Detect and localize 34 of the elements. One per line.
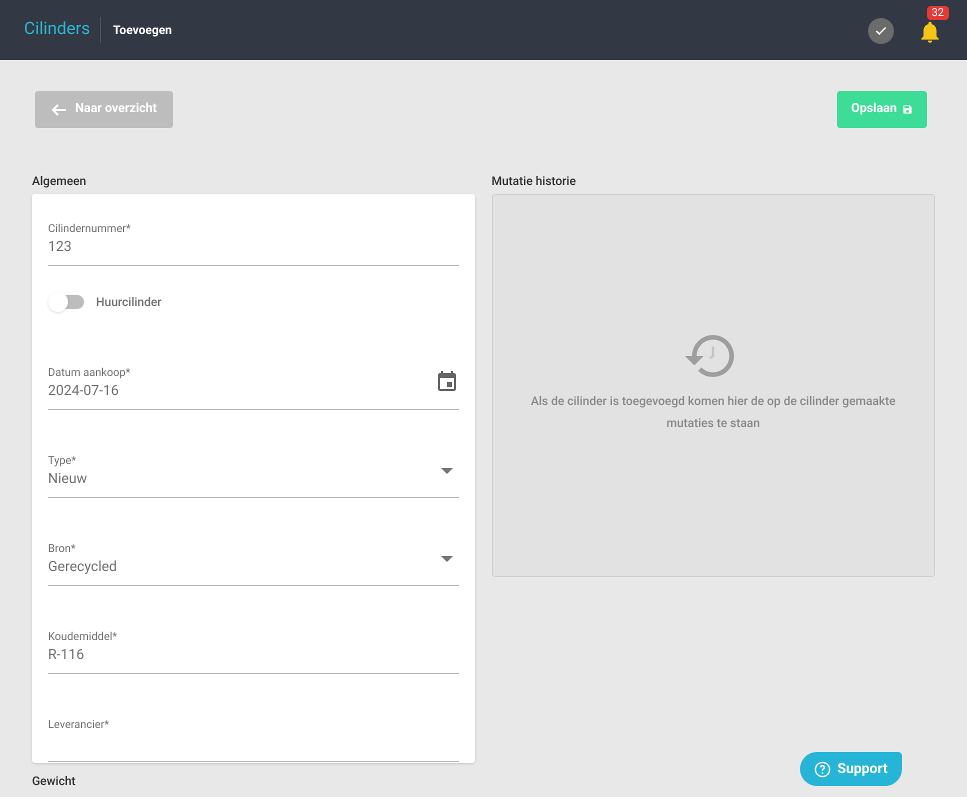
field-value: Gerecycled (48, 558, 118, 577)
app-title[interactable]: Cilinders (24, 17, 101, 43)
field-label: Cilindernummer* (48, 222, 132, 236)
input-field[interactable]: Koudemiddel* R-116 (48, 602, 458, 674)
toggle-label: Huurcilinder (96, 294, 162, 311)
section-title: Algemeen (32, 173, 88, 190)
section-title: Gewicht (32, 773, 76, 790)
support-button[interactable]: Support (800, 752, 902, 786)
notification-badge: 32 (926, 6, 949, 20)
page-subtitle: Toevoegen (112, 22, 172, 39)
input-field[interactable]: Leverancier* (48, 690, 458, 762)
help-icon (814, 760, 832, 778)
field-label: Datum aankoop* (48, 366, 132, 380)
floppy-icon (902, 104, 913, 115)
toggle-switch[interactable] (48, 295, 84, 309)
caret-icon[interactable] (440, 556, 452, 562)
caret-icon[interactable] (440, 468, 452, 474)
date-field[interactable]: Datum aankoop* 2024-07-16 (48, 338, 458, 410)
field-value: 2024-07-16 (48, 382, 120, 401)
field-value: R-116 (48, 646, 86, 665)
field-label: Leverancier* (48, 718, 110, 732)
check-icon[interactable] (868, 18, 894, 44)
field-label: Type* (48, 454, 78, 468)
arrow-left-icon (51, 104, 68, 116)
field-label: Koudemiddel* (48, 630, 118, 644)
input-field[interactable]: Cilindernummer* 123 (48, 194, 458, 266)
field-value: 123 (48, 238, 73, 257)
calendar-icon[interactable] (436, 370, 456, 392)
section-title: Mutatie historie (492, 173, 577, 190)
empty-message: Als de cilinder is toegevoegd komen hier de op de cilinder gemaakte mutaties te staan (530, 392, 897, 432)
select-field[interactable]: Type* Nieuw (48, 426, 458, 498)
field-value: Nieuw (48, 470, 88, 489)
select-field[interactable]: Bron* Gerecycled (48, 514, 458, 586)
field-label: Bron* (48, 542, 77, 556)
